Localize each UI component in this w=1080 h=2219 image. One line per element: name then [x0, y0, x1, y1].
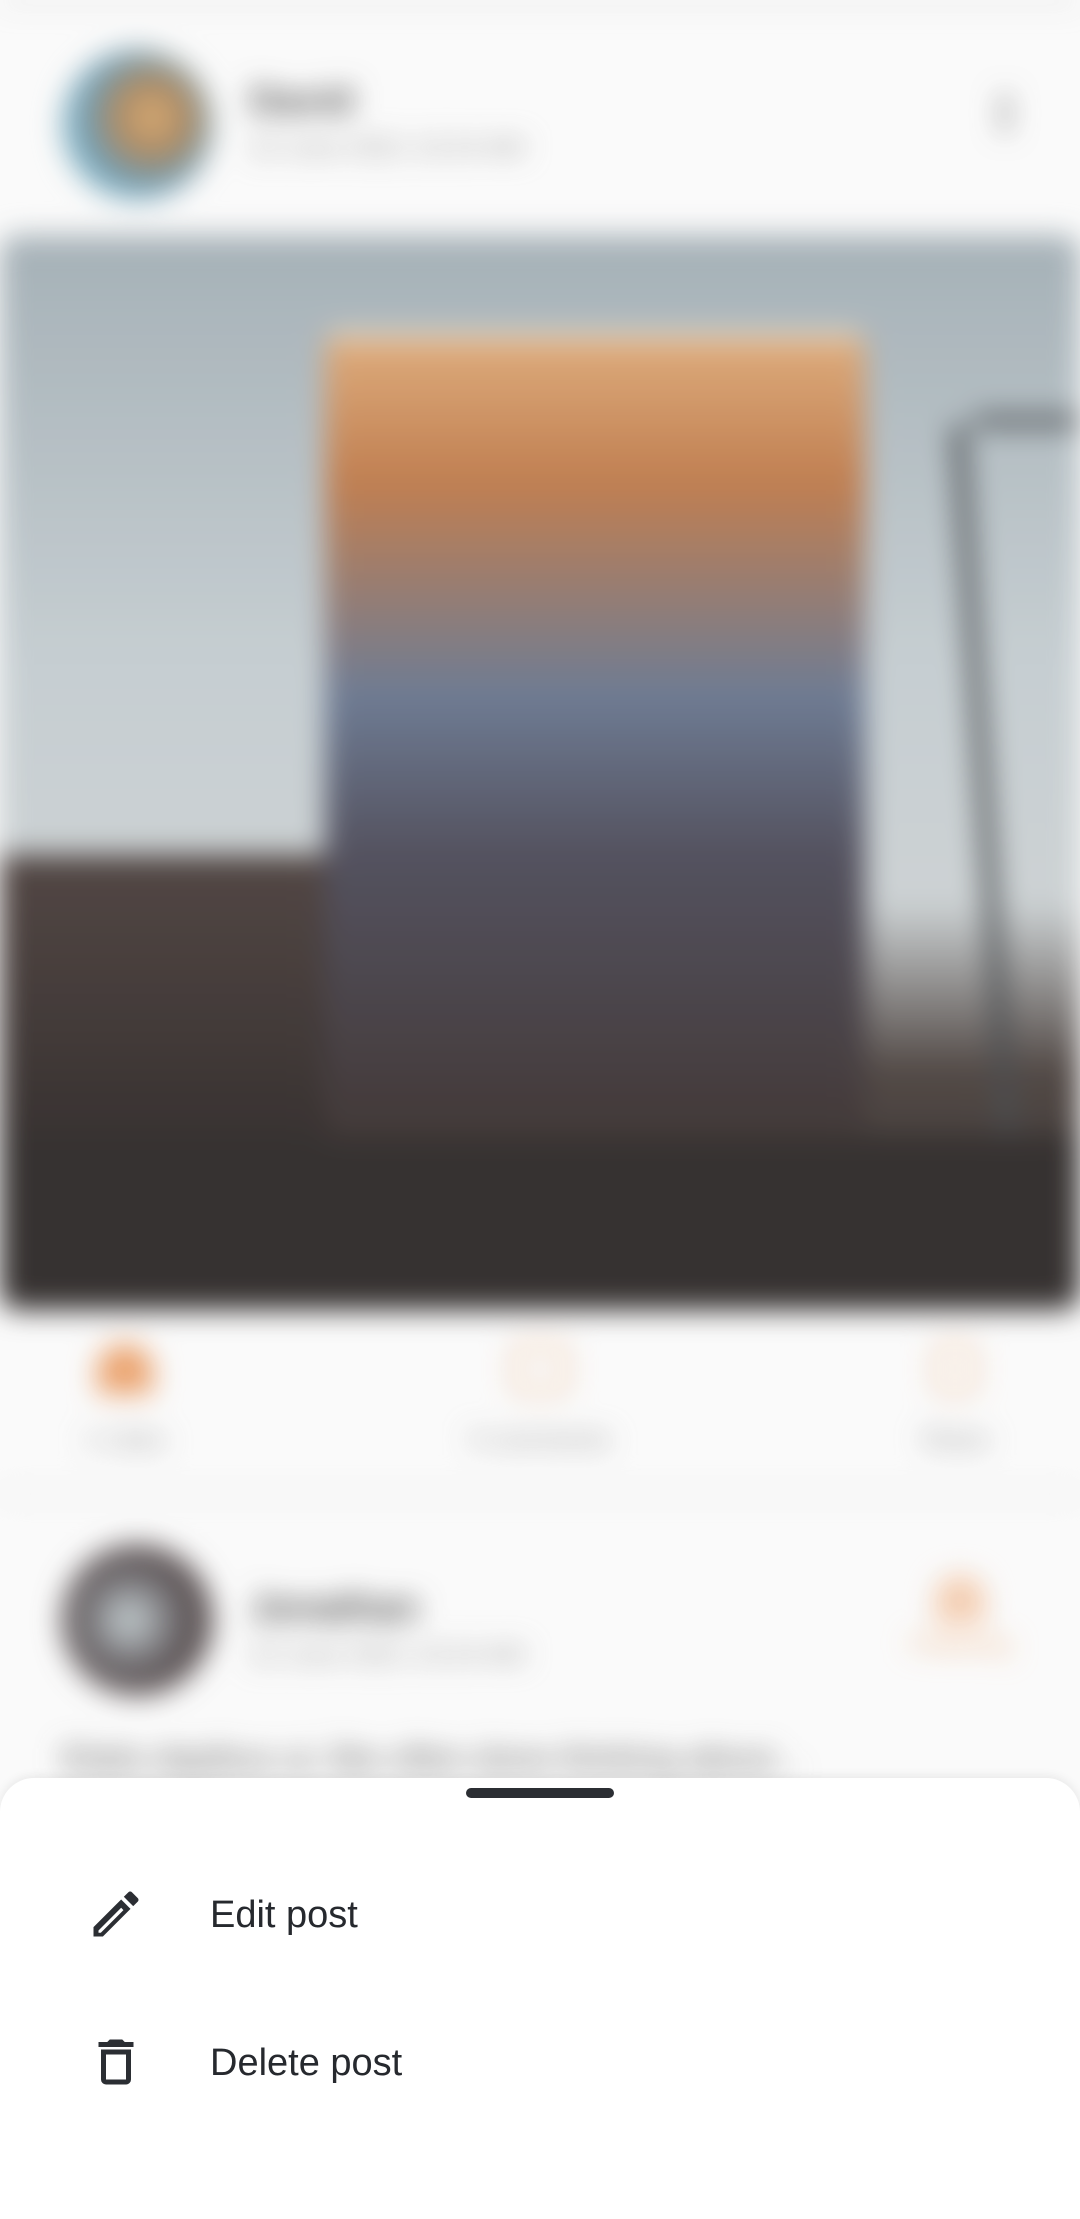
delete-post-option[interactable]: Delete post [0, 1994, 1080, 2134]
edit-post-option[interactable]: Edit post [0, 1846, 1080, 1986]
app-screen: David 22 June 2021 10:24 AM 1 Likes 0 co… [0, 0, 1080, 2219]
edit-post-label: Edit post [210, 1894, 358, 1936]
post-options-bottom-sheet: Edit post Delete post [0, 1778, 1080, 2219]
trash-icon [86, 2032, 146, 2092]
delete-post-label: Delete post [210, 2042, 403, 2084]
drag-handle[interactable] [466, 1788, 614, 1798]
pencil-icon [86, 1884, 146, 1944]
